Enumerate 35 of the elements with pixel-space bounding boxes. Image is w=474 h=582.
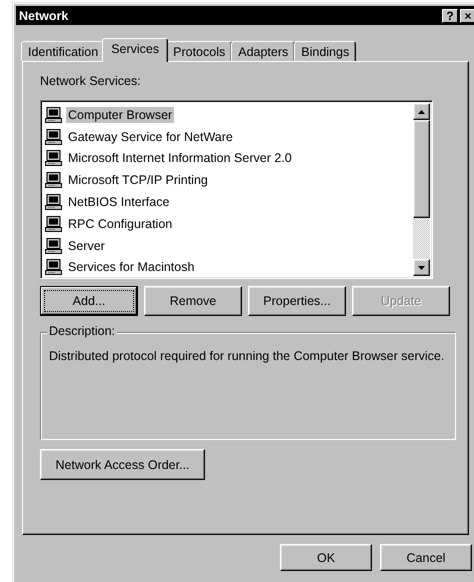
- list-item[interactable]: Microsoft TCP/IP Printing: [66, 172, 210, 188]
- button[interactable]: Remove: [144, 286, 242, 316]
- computer-icon: [45, 172, 63, 188]
- close-button[interactable]: ×: [460, 8, 474, 22]
- computer-icon: [45, 106, 63, 123]
- list-item[interactable]: RPC Configuration: [66, 216, 174, 232]
- list-label: Network Services:: [40, 74, 141, 90]
- list-item[interactable]: Microsoft Internet Information Server 2.0: [66, 150, 294, 166]
- computer-icon: [45, 150, 63, 166]
- help-button[interactable]: ?: [442, 8, 458, 22]
- list-item[interactable]: Services for Macintosh: [66, 259, 196, 276]
- ok-button[interactable]: OK: [280, 544, 372, 571]
- computer-icon: [45, 259, 63, 276]
- list-item[interactable]: Computer Browser: [66, 106, 174, 123]
- up-arrow-icon: [418, 110, 425, 114]
- button[interactable]: Properties...: [248, 286, 346, 316]
- cancel-button[interactable]: Cancel: [380, 544, 472, 571]
- button[interactable]: Add...: [40, 286, 138, 316]
- computer-icon: [45, 238, 63, 254]
- list-item[interactable]: Server: [66, 238, 107, 254]
- computer-icon: [45, 194, 63, 210]
- tab[interactable]: Services: [102, 38, 168, 62]
- computer-icon: [45, 128, 63, 145]
- down-arrow-icon: [418, 266, 425, 270]
- window-title: Network: [19, 8, 70, 22]
- access-order-button[interactable]: Network Access Order...: [40, 449, 205, 480]
- description-text: Distributed protocol required for running the Computer Browser service.: [48, 348, 446, 364]
- scrollbar[interactable]: [413, 103, 430, 276]
- tab[interactable]: Bindings: [294, 41, 356, 61]
- list-item[interactable]: Gateway Service for NetWare: [66, 128, 235, 145]
- list-item[interactable]: NetBIOS Interface: [66, 194, 172, 210]
- tab[interactable]: Adapters: [231, 41, 296, 61]
- tab[interactable]: Protocols: [166, 41, 232, 61]
- group-title: Description:: [47, 324, 117, 338]
- computer-icon: [45, 216, 63, 232]
